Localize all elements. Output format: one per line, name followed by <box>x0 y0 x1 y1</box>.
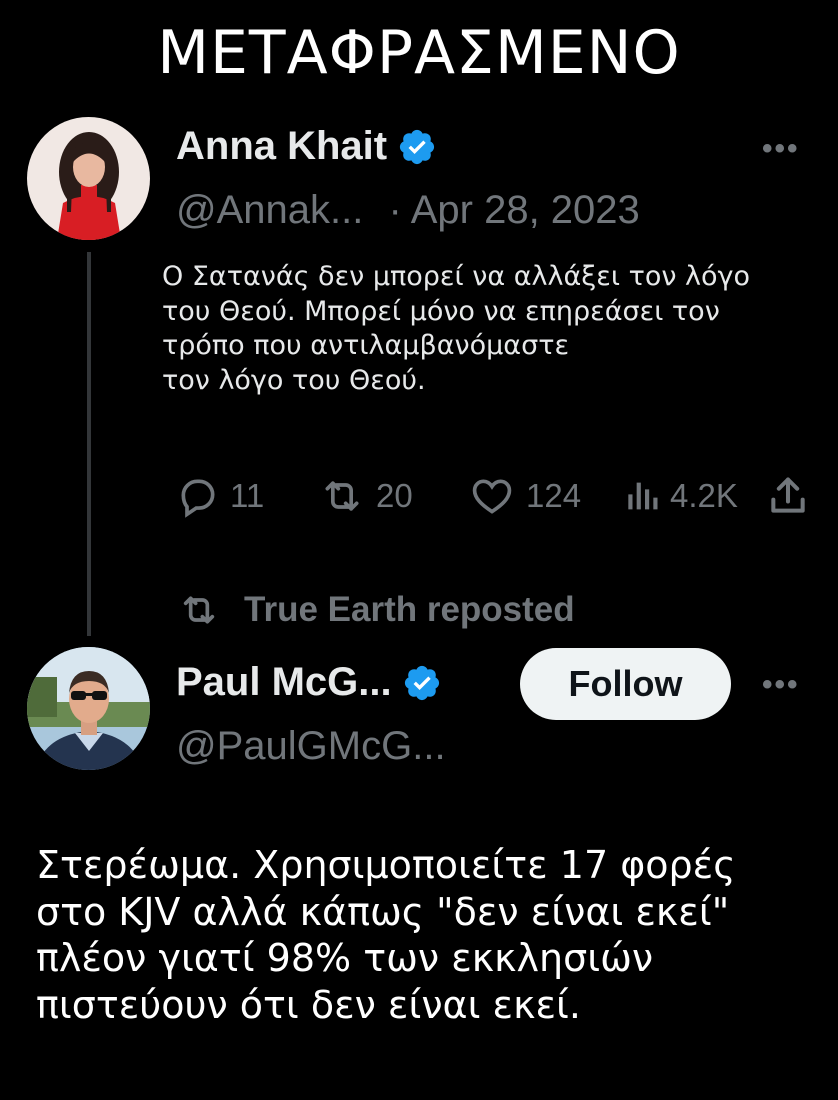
reply-button[interactable]: 11 <box>176 474 264 518</box>
reply-count: 11 <box>230 477 265 514</box>
repost-label[interactable]: True Earth reposted <box>244 590 575 630</box>
caption-line: στο KJV αλλά κάπως "δεν είναι εκεί" <box>36 889 730 934</box>
reply-author-handle[interactable]: @PaulGMcG... <box>176 724 446 769</box>
more-icon[interactable]: ••• <box>762 668 800 702</box>
verified-badge-icon <box>402 663 442 703</box>
repost-icon <box>325 481 359 511</box>
share-button[interactable] <box>766 474 810 518</box>
caption-line: πλέον γιατί 98% των εκκλησιών <box>36 936 654 980</box>
handle-date-row: @Annak... · Apr 28, 2023 <box>176 188 640 233</box>
like-icon <box>472 479 512 514</box>
repost-icon <box>183 596 215 624</box>
author-handle[interactable]: @Annak... <box>176 188 363 232</box>
caption-text: Στερέωμα. Χρησιμοποιείτε 17 φορές στο KJ… <box>36 842 826 1028</box>
tweet-text: Ο Σατανάς δεν μπορεί να αλλάξει τον λόγο… <box>162 260 838 398</box>
follow-button[interactable]: Follow <box>520 648 731 720</box>
reply-icon <box>181 479 215 518</box>
thread-line <box>87 252 91 636</box>
more-icon[interactable]: ••• <box>762 132 800 166</box>
tweet-text-line: τρόπο που αντιλαμβανόμαστε <box>162 330 570 361</box>
like-count: 124 <box>526 477 582 514</box>
verified-badge-icon <box>397 127 437 167</box>
repost-button[interactable]: 20 <box>318 474 413 518</box>
reply-author-name-row[interactable]: Paul McG... <box>176 660 442 705</box>
caption-line: Στερέωμα. Χρησιμοποιείτε 17 φορές <box>36 843 736 887</box>
share-icon <box>771 477 805 513</box>
tweet-text-line: του Θεού. Μπορεί μόνο να επηρεάσει τον <box>162 295 720 327</box>
author-name[interactable]: Anna Khait <box>176 124 387 169</box>
repost-count: 20 <box>376 477 413 514</box>
views-button[interactable]: 4.2K <box>620 474 738 518</box>
caption-line: πιστεύουν ότι δεν είναι εκεί. <box>36 982 581 1027</box>
tweet-text-line: Ο Σατανάς δεν μπορεί να αλλάξει τον λόγο <box>162 261 751 292</box>
banner-title: ΜΕΤΑΦΡΑΣΜΕΝΟ <box>157 18 681 88</box>
views-icon <box>628 482 658 510</box>
avatar-paul[interactable] <box>27 647 150 770</box>
avatar-anna[interactable] <box>27 117 150 240</box>
like-button[interactable]: 124 <box>468 474 581 518</box>
views-count: 4.2K <box>670 477 738 514</box>
tweet-text-line: τον λόγο του Θεού. <box>162 364 426 396</box>
repost-indicator: True Earth reposted <box>176 590 575 630</box>
reply-author-name[interactable]: Paul McG... <box>176 660 392 705</box>
tweet-date[interactable]: · Apr 28, 2023 <box>389 188 640 232</box>
author-name-row[interactable]: Anna Khait <box>176 124 437 169</box>
